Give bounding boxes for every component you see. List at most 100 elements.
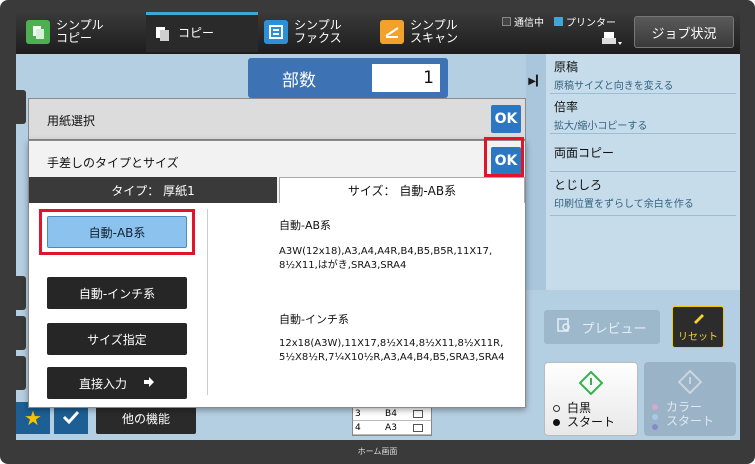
function-duplex[interactable]: 両面コピー — [550, 134, 736, 172]
tab-simple-copy[interactable]: シンプル コピー — [26, 12, 144, 52]
status-comm-label: 通信中 — [514, 18, 544, 29]
auto-ab-button[interactable]: 自動-AB系 — [47, 216, 187, 248]
strip-segment — [16, 276, 26, 310]
paper-ok-label: OK — [494, 111, 518, 127]
simple-fax-icon — [264, 20, 288, 44]
bypass-size-body: 自動-AB系 自動-インチ系 サイズ指定 直接入力 自動-AB系 A3W(12x… — [29, 203, 525, 407]
tray-number: 4 — [355, 422, 361, 433]
arrow-right-icon — [143, 376, 155, 391]
function-original-title: 原稿 — [554, 60, 579, 74]
checkmark-icon — [62, 409, 80, 428]
tab-type[interactable]: タイプ： 厚紙1 — [29, 177, 277, 203]
touch-screen: シンプル コピー コピー シンプル ファクス シンプル スキャン 通信中 プリン… — [16, 10, 740, 440]
tray-row[interactable]: 4 A3 — [353, 421, 431, 435]
start-diamond-icon — [578, 370, 604, 396]
direct-input-button[interactable]: 直接入力 — [47, 367, 187, 399]
function-ratio-title: 倍率 — [554, 100, 579, 114]
direct-input-label: 直接入力 — [78, 376, 127, 391]
job-status-label: ジョブ状況 — [651, 26, 717, 42]
bw-dot-icon — [553, 405, 560, 412]
status-comm: 通信中 — [502, 14, 544, 29]
tray-list: 3 B4 4 A3 — [352, 406, 432, 436]
tab-simple-fax-label: シンプル ファクス — [294, 18, 342, 45]
tab-size[interactable]: サイズ： 自動-AB系 — [279, 177, 525, 203]
bw-start-label: 白黒 スタート — [567, 401, 616, 429]
right-function-panel: ▶▎ 原稿 原稿サイズと向きを変える 倍率 拡大/縮小コピーする 両面コピー と… — [526, 54, 740, 290]
reset-icon — [691, 311, 705, 328]
bypass-title: 手差しのタイプとサイズ — [47, 156, 179, 170]
info-inch-title: 自動-インチ系 — [279, 313, 349, 326]
function-duplex-title: 両面コピー — [554, 146, 615, 160]
bypass-dialog: 手差しのタイプとサイズ OK タイプ： 厚紙1 サイズ： 自動-AB系 自動-A… — [28, 140, 526, 408]
strip-segment — [16, 316, 26, 350]
auto-inch-button[interactable]: 自動-インチ系 — [47, 277, 187, 309]
tray-size: A3 — [385, 422, 397, 433]
copies-input[interactable]: 1 — [372, 64, 440, 92]
bw-dot-filled-icon — [553, 419, 560, 426]
tab-simple-copy-label: シンプル コピー — [56, 18, 104, 45]
info-ab-title: 自動-AB系 — [279, 219, 332, 232]
color-start-label: カラー スタート — [666, 400, 715, 428]
info-inch-text: 12x18(A3W),11X17,8½X14,8½X11,8½X11R, 5½X… — [279, 338, 505, 363]
function-margin-sub: 印刷位置をずらして余白を作る — [554, 199, 694, 210]
tray-icon — [413, 423, 423, 432]
comm-indicator-icon — [502, 17, 511, 26]
function-margin-title: とじしろ — [554, 178, 603, 192]
tray-row[interactable]: 3 B4 — [353, 407, 431, 421]
tab-type-label: タイプ： 厚紙1 — [111, 183, 195, 198]
mode-bar: シンプル コピー コピー シンプル ファクス シンプル スキャン 通信中 プリン… — [16, 10, 740, 54]
color-start-button[interactable]: カラー スタート — [644, 362, 736, 436]
strip-segment — [16, 90, 26, 124]
tab-simple-fax[interactable]: シンプル ファクス — [264, 12, 376, 52]
preview-button[interactable]: プレビュー — [544, 310, 660, 344]
left-strip — [16, 54, 28, 394]
bw-start-button[interactable]: 白黒 スタート — [544, 362, 638, 436]
preview-label: プレビュー — [581, 321, 647, 337]
paper-select-title: 用紙選択 — [47, 114, 96, 128]
auto-ab-label: 自動-AB系 — [88, 225, 146, 240]
simple-copy-icon — [26, 20, 50, 44]
tab-copy[interactable]: コピー — [146, 12, 258, 52]
paper-ok-button[interactable]: OK — [491, 105, 521, 133]
function-margin[interactable]: とじしろ 印刷位置をずらして余白を作る — [550, 172, 736, 216]
printer-indicator-icon — [554, 17, 563, 26]
info-ab-text: A3W(12x18),A3,A4,A4R,B4,B5,B5R,11X17, 8½… — [279, 246, 493, 271]
tray-number: 3 — [355, 408, 361, 419]
color-dot-icon — [652, 404, 658, 410]
home-screen-label[interactable]: ホーム画面 — [0, 446, 755, 457]
star-icon: ★ — [24, 406, 42, 430]
reset-button[interactable]: リセット — [672, 306, 724, 348]
ok-highlight-box — [484, 137, 524, 177]
copies-panel: 部数 1 — [248, 58, 448, 98]
device-frame: シンプル コピー コピー シンプル ファクス シンプル スキャン 通信中 プリン… — [0, 0, 755, 464]
color-dot-icon — [652, 424, 658, 430]
function-original[interactable]: 原稿 原稿サイズと向きを変える — [550, 54, 736, 94]
other-functions-label: 他の機能 — [121, 411, 170, 426]
function-original-sub: 原稿サイズと向きを変える — [554, 81, 674, 92]
tab-size-label: サイズ： 自動-AB系 — [347, 184, 457, 198]
printer-icon — [600, 30, 624, 48]
strip-segment — [16, 356, 26, 390]
bypass-subtabs: タイプ： 厚紙1 サイズ： 自動-AB系 — [29, 177, 525, 203]
color-dot-icon — [652, 414, 658, 420]
reset-label: リセット — [678, 332, 718, 343]
function-ratio[interactable]: 倍率 拡大/縮小コピーする — [550, 94, 736, 134]
tab-simple-scan-label: シンプル スキャン — [410, 18, 459, 45]
size-spec-label: サイズ指定 — [87, 332, 147, 347]
tab-simple-scan[interactable]: シンプル スキャン — [380, 12, 492, 52]
function-ratio-sub: 拡大/縮小コピーする — [554, 121, 648, 132]
size-spec-button[interactable]: サイズ指定 — [47, 323, 187, 355]
color-start-diamond-icon — [677, 369, 703, 395]
paper-select-dialog: 用紙選択 OK — [28, 98, 526, 140]
divider — [207, 209, 208, 395]
job-status-button[interactable]: ジョブ状況 — [634, 16, 734, 48]
copy-icon — [154, 25, 172, 43]
expand-arrow-icon[interactable]: ▶▎ — [526, 54, 546, 290]
status-printer-label: プリンター — [566, 18, 616, 29]
simple-scan-icon — [380, 20, 404, 44]
tab-copy-label: コピー — [178, 26, 215, 40]
preview-icon — [557, 318, 571, 336]
tray-size: B4 — [385, 408, 397, 419]
auto-inch-label: 自動-インチ系 — [78, 286, 156, 301]
status-printer: プリンター — [554, 14, 616, 29]
